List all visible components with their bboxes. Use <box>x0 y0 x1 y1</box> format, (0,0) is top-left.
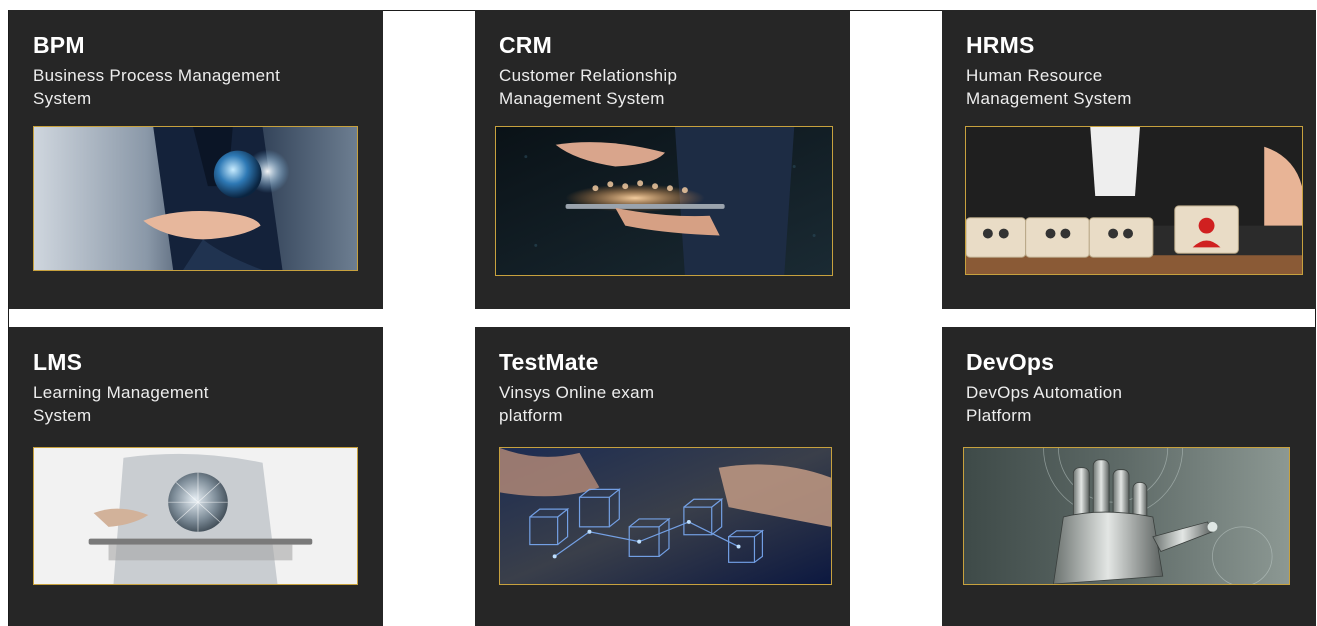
card-title: TestMate <box>499 349 599 375</box>
card-subtitle: Business Process Management System <box>33 66 281 108</box>
tablet-globe-icon <box>33 447 358 585</box>
network-tablet-icon <box>495 126 833 276</box>
product-card-devops[interactable]: DevOps DevOps Automation Platform <box>942 327 1316 626</box>
card-title: DevOps <box>966 349 1055 375</box>
globe-in-hand-icon <box>33 126 358 271</box>
card-subtitle: Human Resource Management System <box>966 66 1132 108</box>
product-card-bpm[interactable]: BPM Business Process Management System <box>9 10 383 309</box>
card-subtitle: DevOps Automation Platform <box>966 383 1123 425</box>
card-subtitle: Vinsys Online exam platform <box>499 383 655 425</box>
card-title: BPM <box>33 32 85 58</box>
product-card-lms[interactable]: LMS Learning Management System <box>9 327 383 626</box>
card-title: HRMS <box>966 32 1035 58</box>
product-card-hrms[interactable]: HRMS Human Resource Management System <box>942 10 1316 309</box>
card-subtitle: Customer Relationship Management System <box>499 66 678 108</box>
robot-hand-icon <box>963 447 1290 585</box>
card-subtitle: Learning Management System <box>33 383 209 425</box>
product-card-crm[interactable]: CRM Customer Relationship Management Sys… <box>475 10 850 309</box>
product-card-testmate[interactable]: TestMate Vinsys Online exam platform <box>475 327 850 626</box>
card-title: CRM <box>499 32 552 58</box>
puzzle-people-icon <box>965 126 1303 275</box>
cubes-hands-icon <box>499 447 832 585</box>
card-title: LMS <box>33 349 83 375</box>
